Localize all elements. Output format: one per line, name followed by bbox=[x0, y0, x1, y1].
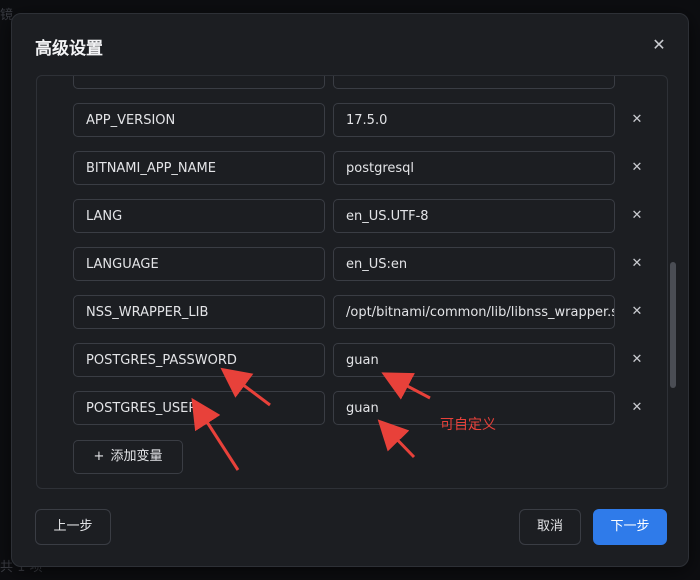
env-var-row bbox=[73, 76, 653, 91]
env-var-row: POSTGRES_USER guan ✕ bbox=[73, 391, 653, 427]
next-step-button[interactable]: 下一步 bbox=[593, 509, 667, 545]
scrollbar-thumb[interactable] bbox=[670, 262, 676, 388]
dialog-title: 高级设置 bbox=[35, 39, 103, 59]
env-value-input[interactable]: en_US:en bbox=[333, 247, 615, 281]
remove-variable-icon[interactable]: ✕ bbox=[629, 151, 645, 185]
env-key-input[interactable]: APP_VERSION bbox=[73, 103, 325, 137]
add-variable-label: 添加变量 bbox=[110, 449, 163, 464]
env-var-row: NSS_WRAPPER_LIB/opt/bitnami/common/lib/l… bbox=[73, 295, 653, 331]
remove-variable-icon[interactable]: ✕ bbox=[629, 343, 645, 377]
close-icon[interactable]: ✕ bbox=[648, 34, 670, 56]
env-var-row: BITNAMI_APP_NAME postgresql ✕ bbox=[73, 151, 653, 187]
env-key-input[interactable]: POSTGRES_PASSWORD bbox=[73, 343, 325, 377]
env-key-input[interactable] bbox=[73, 76, 325, 89]
prev-step-button[interactable]: 上一步 bbox=[35, 509, 111, 545]
annotation-label: 可自定义 bbox=[440, 417, 496, 433]
cancel-button[interactable]: 取消 bbox=[519, 509, 581, 545]
add-variable-button[interactable]: + 添加变量 bbox=[73, 440, 183, 474]
remove-variable-icon[interactable]: ✕ bbox=[629, 199, 645, 233]
env-value-input[interactable] bbox=[333, 76, 615, 89]
env-var-row: POSTGRES_PASSWORD guan ✕ bbox=[73, 343, 653, 379]
env-key-input[interactable]: LANG bbox=[73, 199, 325, 233]
env-value-input[interactable]: guan bbox=[333, 343, 615, 377]
env-key-input[interactable]: POSTGRES_USER bbox=[73, 391, 325, 425]
env-var-row: LANG en_US.UTF-8 ✕ bbox=[73, 199, 653, 235]
env-var-row: LANGUAGE en_US:en ✕ bbox=[73, 247, 653, 283]
env-value-input[interactable]: postgresql bbox=[333, 151, 615, 185]
env-value-input[interactable]: /opt/bitnami/common/lib/libnss_wrapper.s… bbox=[333, 295, 615, 329]
env-value-input[interactable]: 17.5.0 bbox=[333, 103, 615, 137]
env-var-row: APP_VERSION 17.5.0 ✕ bbox=[73, 103, 653, 139]
env-value-input[interactable]: en_US.UTF-8 bbox=[333, 199, 615, 233]
remove-variable-icon[interactable]: ✕ bbox=[629, 391, 645, 425]
env-key-input[interactable]: NSS_WRAPPER_LIB bbox=[73, 295, 325, 329]
remove-variable-icon[interactable]: ✕ bbox=[629, 295, 645, 329]
env-vars-panel: APP_VERSION 17.5.0 ✕ BITNAMI_APP_NAME postgr… bbox=[36, 75, 668, 489]
plus-icon: + bbox=[93, 449, 105, 464]
remove-variable-icon[interactable]: ✕ bbox=[629, 103, 645, 137]
remove-variable-icon[interactable]: ✕ bbox=[629, 247, 645, 281]
env-key-input[interactable]: BITNAMI_APP_NAME bbox=[73, 151, 325, 185]
advanced-settings-dialog: 高级设置 ✕ APP_VERSION 17.5.0 ✕ BITNAMI_APP_NAM… bbox=[11, 13, 689, 567]
env-key-input[interactable]: LANGUAGE bbox=[73, 247, 325, 281]
